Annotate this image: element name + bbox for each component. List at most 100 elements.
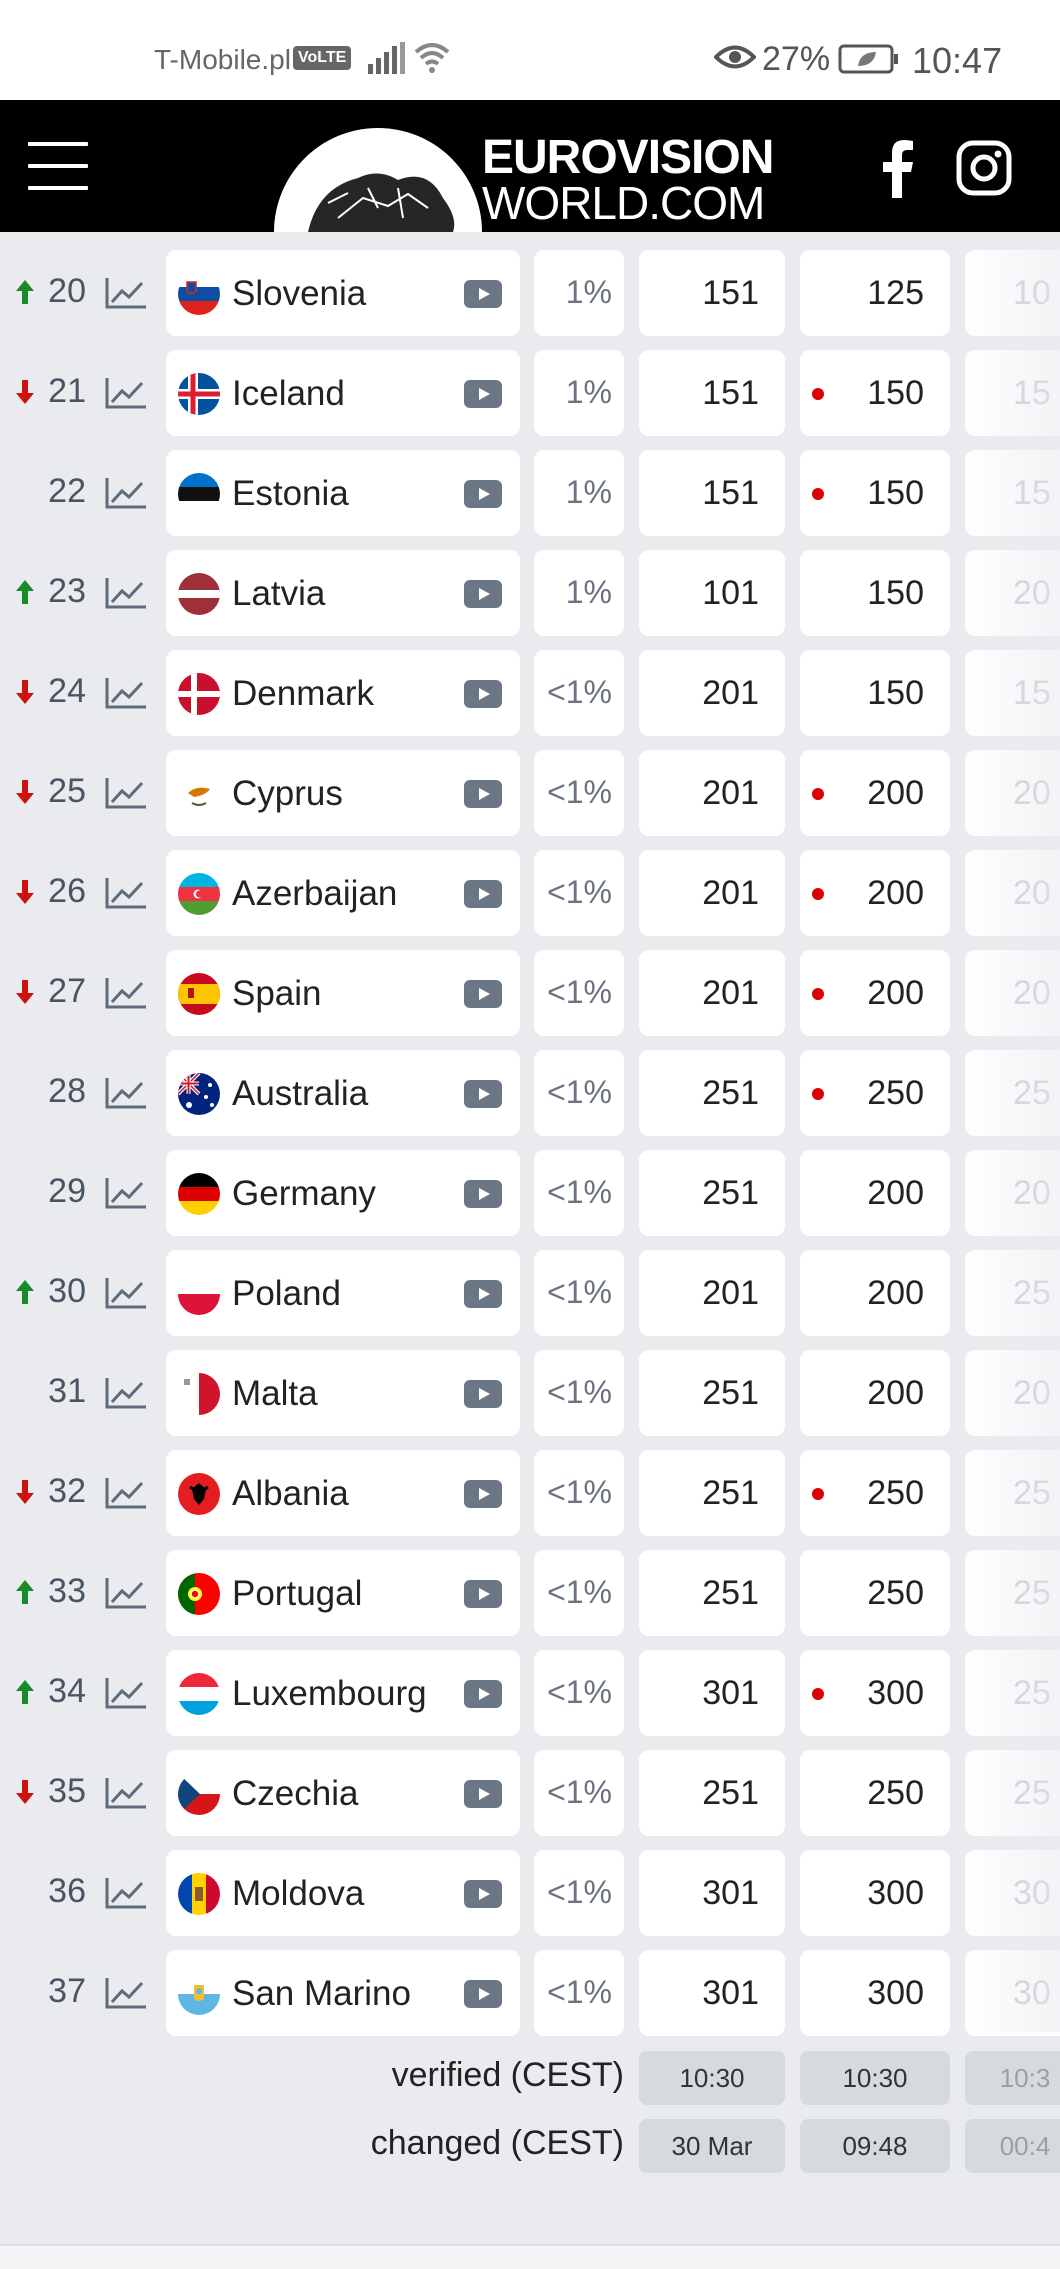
odds-cell[interactable]: 200: [800, 1350, 950, 1436]
odds-cell[interactable]: 25: [965, 1050, 1060, 1136]
video-play-icon[interactable]: [464, 1780, 502, 1808]
trend-chart-icon[interactable]: [104, 276, 148, 310]
odds-cell[interactable]: 251: [639, 1750, 785, 1836]
odds-cell[interactable]: 251: [639, 1150, 785, 1236]
odds-cell[interactable]: 25: [965, 1250, 1060, 1336]
odds-cell[interactable]: 25: [965, 1550, 1060, 1636]
odds-cell[interactable]: 200: [800, 750, 950, 836]
video-play-icon[interactable]: [464, 1080, 502, 1108]
country-cell[interactable]: Portugal: [166, 1550, 520, 1636]
facebook-icon[interactable]: [872, 138, 922, 198]
odds-cell[interactable]: 250: [800, 1750, 950, 1836]
odds-cell[interactable]: 20: [965, 1350, 1060, 1436]
country-cell[interactable]: Albania: [166, 1450, 520, 1536]
odds-cell[interactable]: 151: [639, 350, 785, 436]
odds-cell[interactable]: 250: [800, 1450, 950, 1536]
odds-cell[interactable]: 15: [965, 650, 1060, 736]
country-cell[interactable]: Malta: [166, 1350, 520, 1436]
odds-cell[interactable]: 201: [639, 950, 785, 1036]
trend-chart-icon[interactable]: [104, 676, 148, 710]
trend-chart-icon[interactable]: [104, 1676, 148, 1710]
odds-cell[interactable]: 151: [639, 450, 785, 536]
video-play-icon[interactable]: [464, 780, 502, 808]
odds-cell[interactable]: 150: [800, 350, 950, 436]
country-cell[interactable]: Latvia: [166, 550, 520, 636]
odds-cell[interactable]: 251: [639, 1450, 785, 1536]
trend-chart-icon[interactable]: [104, 1276, 148, 1310]
odds-cell[interactable]: 20: [965, 750, 1060, 836]
odds-cell[interactable]: 15: [965, 450, 1060, 536]
country-cell[interactable]: Azerbaijan: [166, 850, 520, 936]
country-cell[interactable]: Australia: [166, 1050, 520, 1136]
odds-cell[interactable]: 251: [639, 1350, 785, 1436]
odds-cell[interactable]: 200: [800, 1150, 950, 1236]
odds-cell[interactable]: 150: [800, 650, 950, 736]
video-play-icon[interactable]: [464, 280, 502, 308]
odds-cell[interactable]: 25: [965, 1750, 1060, 1836]
video-play-icon[interactable]: [464, 580, 502, 608]
trend-chart-icon[interactable]: [104, 1876, 148, 1910]
menu-icon[interactable]: [28, 142, 88, 190]
odds-cell[interactable]: 150: [800, 550, 950, 636]
trend-chart-icon[interactable]: [104, 476, 148, 510]
country-cell[interactable]: Iceland: [166, 350, 520, 436]
country-cell[interactable]: Luxembourg: [166, 1650, 520, 1736]
odds-cell[interactable]: 300: [800, 1850, 950, 1936]
odds-cell[interactable]: 201: [639, 1250, 785, 1336]
odds-cell[interactable]: 250: [800, 1050, 950, 1136]
country-cell[interactable]: Estonia: [166, 450, 520, 536]
odds-cell[interactable]: 300: [800, 1650, 950, 1736]
video-play-icon[interactable]: [464, 1280, 502, 1308]
trend-chart-icon[interactable]: [104, 1576, 148, 1610]
odds-cell[interactable]: 30: [965, 1950, 1060, 2036]
odds-cell[interactable]: 301: [639, 1850, 785, 1936]
country-cell[interactable]: Czechia: [166, 1750, 520, 1836]
trend-chart-icon[interactable]: [104, 1176, 148, 1210]
odds-cell[interactable]: 20: [965, 950, 1060, 1036]
trend-chart-icon[interactable]: [104, 376, 148, 410]
country-cell[interactable]: Moldova: [166, 1850, 520, 1936]
site-logo[interactable]: EUROVISION WORLD.COM: [268, 108, 808, 232]
country-cell[interactable]: Slovenia: [166, 250, 520, 336]
odds-cell[interactable]: 200: [800, 850, 950, 936]
odds-cell[interactable]: 20: [965, 550, 1060, 636]
odds-cell[interactable]: 200: [800, 950, 950, 1036]
odds-cell[interactable]: 101: [639, 550, 785, 636]
odds-cell[interactable]: 201: [639, 850, 785, 936]
odds-cell[interactable]: 10: [965, 250, 1060, 336]
odds-cell[interactable]: 150: [800, 450, 950, 536]
odds-cell[interactable]: 251: [639, 1050, 785, 1136]
trend-chart-icon[interactable]: [104, 776, 148, 810]
video-play-icon[interactable]: [464, 1880, 502, 1908]
video-play-icon[interactable]: [464, 1580, 502, 1608]
country-cell[interactable]: San Marino: [166, 1950, 520, 2036]
video-play-icon[interactable]: [464, 1180, 502, 1208]
odds-cell[interactable]: 301: [639, 1950, 785, 2036]
trend-chart-icon[interactable]: [104, 1476, 148, 1510]
country-cell[interactable]: Poland: [166, 1250, 520, 1336]
video-play-icon[interactable]: [464, 680, 502, 708]
country-cell[interactable]: Spain: [166, 950, 520, 1036]
odds-cell[interactable]: 30: [965, 1850, 1060, 1936]
video-play-icon[interactable]: [464, 1380, 502, 1408]
video-play-icon[interactable]: [464, 1980, 502, 2008]
video-play-icon[interactable]: [464, 980, 502, 1008]
odds-cell[interactable]: 25: [965, 1650, 1060, 1736]
video-play-icon[interactable]: [464, 480, 502, 508]
instagram-icon[interactable]: [956, 140, 1012, 196]
trend-chart-icon[interactable]: [104, 1076, 148, 1110]
odds-cell[interactable]: 201: [639, 650, 785, 736]
video-play-icon[interactable]: [464, 880, 502, 908]
odds-cell[interactable]: 250: [800, 1550, 950, 1636]
trend-chart-icon[interactable]: [104, 576, 148, 610]
trend-chart-icon[interactable]: [104, 1776, 148, 1810]
trend-chart-icon[interactable]: [104, 876, 148, 910]
video-play-icon[interactable]: [464, 1480, 502, 1508]
video-play-icon[interactable]: [464, 1680, 502, 1708]
country-cell[interactable]: Cyprus: [166, 750, 520, 836]
odds-cell[interactable]: 251: [639, 1550, 785, 1636]
odds-cell[interactable]: 300: [800, 1950, 950, 2036]
odds-cell[interactable]: 15: [965, 350, 1060, 436]
video-play-icon[interactable]: [464, 380, 502, 408]
country-cell[interactable]: Denmark: [166, 650, 520, 736]
